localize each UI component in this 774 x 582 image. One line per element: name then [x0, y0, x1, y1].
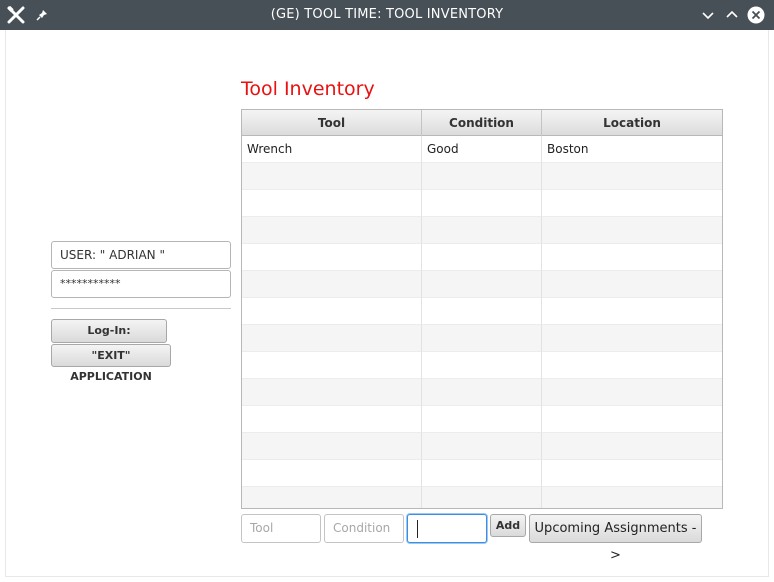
cell-tool	[242, 271, 422, 298]
table-row[interactable]: Wrench Good Boston	[242, 136, 722, 163]
text-caret	[417, 520, 418, 538]
cell-condition	[422, 379, 542, 406]
upcoming-assignments-button[interactable]: Upcoming Assignments - >	[529, 514, 702, 563]
app-window: (GE) TOOL TIME: TOOL INVENTORY Tool Inve…	[0, 0, 774, 582]
title-bar[interactable]: (GE) TOOL TIME: TOOL INVENTORY	[0, 0, 774, 30]
cell-tool	[242, 352, 422, 379]
login-button[interactable]: Log-In: Application	[51, 319, 167, 359]
maximize-icon[interactable]	[721, 4, 743, 26]
cell-tool	[242, 433, 422, 460]
cell-location	[542, 460, 722, 487]
column-header-location[interactable]: Location	[542, 110, 722, 136]
table-row[interactable]	[242, 433, 722, 460]
minimize-icon[interactable]	[697, 4, 719, 26]
cell-location	[542, 163, 722, 190]
cell-location	[542, 406, 722, 433]
cell-tool	[242, 325, 422, 352]
inventory-table[interactable]: Tool Condition Location Wrench Good Boston	[241, 109, 723, 509]
table-row[interactable]	[242, 190, 722, 217]
window-title: (GE) TOOL TIME: TOOL INVENTORY	[270, 7, 504, 22]
password-field[interactable]: ***********	[51, 270, 231, 298]
cell-location	[542, 433, 722, 460]
cell-condition	[422, 244, 542, 271]
location-input[interactable]	[407, 514, 487, 543]
divider	[51, 308, 231, 309]
cell-condition	[422, 271, 542, 298]
table-header: Tool Condition Location	[242, 110, 722, 136]
cell-location: Boston	[542, 136, 722, 163]
tool-input[interactable]: Tool	[241, 514, 321, 543]
cell-location	[542, 379, 722, 406]
page-title: Tool Inventory	[241, 78, 375, 100]
cell-condition	[422, 460, 542, 487]
cell-tool	[242, 406, 422, 433]
cell-condition	[422, 325, 542, 352]
table-body: Wrench Good Boston	[242, 136, 722, 508]
cell-condition	[422, 487, 542, 508]
table-row[interactable]	[242, 325, 722, 352]
column-header-tool[interactable]: Tool	[242, 110, 422, 136]
cell-location	[542, 352, 722, 379]
cell-location	[542, 217, 722, 244]
cell-location	[542, 325, 722, 352]
column-header-condition[interactable]: Condition	[422, 110, 542, 136]
condition-input[interactable]: Condition	[324, 514, 404, 543]
cell-condition	[422, 298, 542, 325]
table-row[interactable]	[242, 244, 722, 271]
table-row[interactable]	[242, 298, 722, 325]
cell-tool	[242, 217, 422, 244]
add-button[interactable]: Add	[490, 514, 526, 537]
cell-location	[542, 244, 722, 271]
cell-location	[542, 271, 722, 298]
cell-condition	[422, 217, 542, 244]
cell-location	[542, 190, 722, 217]
cell-tool	[242, 163, 422, 190]
cell-condition	[422, 406, 542, 433]
exit-button[interactable]: "EXIT" APPLICATION	[51, 344, 171, 383]
cell-tool	[242, 487, 422, 508]
table-row[interactable]	[242, 352, 722, 379]
table-row[interactable]	[242, 487, 722, 508]
table-row[interactable]	[242, 406, 722, 433]
table-row[interactable]	[242, 271, 722, 298]
close-icon[interactable]	[745, 4, 767, 26]
cell-condition	[422, 352, 542, 379]
cell-condition	[422, 163, 542, 190]
cell-tool	[242, 190, 422, 217]
username-field[interactable]: USER: " ADRIAN "	[51, 241, 231, 269]
cell-tool	[242, 379, 422, 406]
table-row[interactable]	[242, 217, 722, 244]
cell-tool	[242, 298, 422, 325]
cell-tool	[242, 460, 422, 487]
cell-location	[542, 487, 722, 508]
cell-tool: Wrench	[242, 136, 422, 163]
cell-condition	[422, 433, 542, 460]
table-row[interactable]	[242, 379, 722, 406]
table-row[interactable]	[242, 163, 722, 190]
cell-location	[542, 298, 722, 325]
table-row[interactable]	[242, 460, 722, 487]
cell-tool	[242, 244, 422, 271]
cell-condition: Good	[422, 136, 542, 163]
cell-condition	[422, 190, 542, 217]
